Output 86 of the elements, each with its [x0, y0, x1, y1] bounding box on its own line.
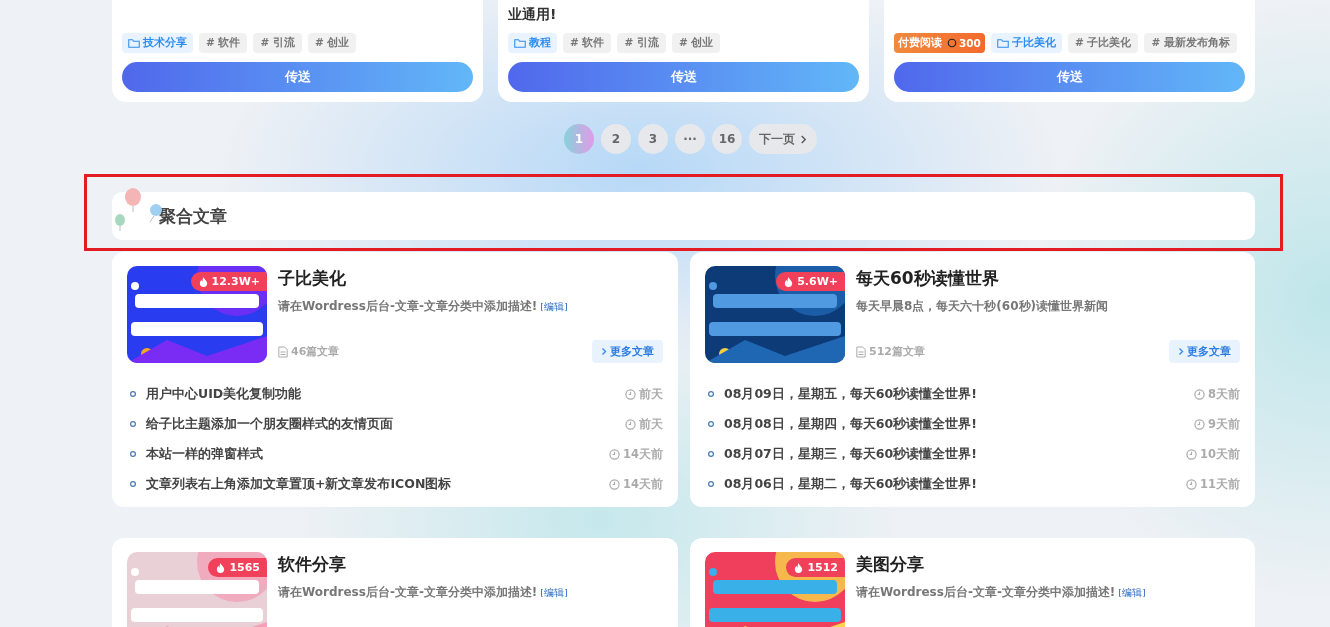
views-badge: 1565	[208, 558, 267, 577]
clock-icon	[1194, 388, 1205, 400]
bullet-icon	[129, 420, 137, 428]
tag[interactable]: # 最新发布角标	[1144, 33, 1237, 53]
page-button[interactable]: 3	[638, 124, 668, 154]
document-icon	[856, 345, 866, 358]
page-button[interactable]: 2	[601, 124, 631, 154]
post-time: 10天前	[1200, 446, 1240, 462]
document-icon	[278, 345, 288, 358]
post-link[interactable]: 08月07日，星期三，每天60秒读懂全世界!	[724, 445, 1186, 463]
clock-icon	[609, 448, 620, 460]
post-link[interactable]: 08月08日，星期四，每天60秒读懂全世界!	[724, 415, 1194, 433]
views-badge: 5.6W+	[776, 272, 845, 291]
clock-icon	[625, 418, 636, 430]
clock-icon	[625, 388, 636, 400]
category-title[interactable]: 每天60秒读懂世界	[856, 267, 1240, 290]
chevron-right-icon	[800, 133, 807, 145]
flame-icon	[197, 276, 209, 287]
category-description: 请在Wordress后台-文章-文章分类中添加描述!	[278, 584, 538, 601]
bullet-icon	[707, 420, 715, 428]
flame-icon	[783, 276, 795, 287]
folder-icon	[996, 37, 1009, 49]
tag[interactable]: # 创业	[671, 33, 721, 53]
folder-icon	[128, 37, 140, 49]
post-time: 14天前	[623, 446, 663, 462]
bullet-icon	[129, 390, 137, 398]
clock-icon	[609, 478, 620, 490]
clock-icon	[1186, 448, 1197, 460]
page-button[interactable]: ···	[675, 124, 705, 154]
folder-icon	[514, 37, 526, 49]
category-tag[interactable]: 教程	[508, 33, 557, 53]
edit-link[interactable]: [编辑]	[540, 301, 568, 314]
post-time: 前天	[639, 416, 663, 432]
post-link[interactable]: 文章列表右上角添加文章置顶+新文章发布ICON图标	[146, 475, 609, 493]
post-link[interactable]: 用户中心UID美化复制功能	[146, 385, 625, 403]
post-time: 前天	[639, 386, 663, 402]
views-badge: 12.3W+	[190, 272, 267, 291]
go-button[interactable]: 传送	[508, 62, 859, 92]
edit-link[interactable]: [编辑]	[540, 587, 568, 600]
bullet-icon	[707, 480, 715, 488]
post-time: 14天前	[623, 476, 663, 492]
tag[interactable]: # 软件	[199, 33, 248, 53]
post-link[interactable]: 08月06日，星期二，每天60秒读懂全世界!	[724, 475, 1186, 493]
bullet-icon	[129, 450, 137, 458]
post-title[interactable]: 业通用!	[508, 6, 557, 24]
next-page-button[interactable]: 下一页	[749, 124, 817, 154]
clock-icon	[1194, 418, 1205, 430]
views-badge: 1512	[786, 558, 845, 577]
category-tag[interactable]: 技术分享	[122, 33, 193, 53]
post-link[interactable]: 08月09日，星期五，每天60秒读懂全世界!	[724, 385, 1194, 403]
post-time: 8天前	[1208, 386, 1240, 402]
chevron-right-icon	[601, 347, 607, 356]
clock-icon	[1186, 478, 1197, 490]
article-count: 512篇文章	[869, 344, 925, 359]
category-title[interactable]: 软件分享	[278, 553, 663, 576]
post-link[interactable]: 本站一样的弹窗样式	[146, 445, 609, 463]
category-description: 每天早晨8点，每天六十秒(60秒)读懂世界新闻	[856, 298, 1109, 315]
edit-link[interactable]: [编辑]	[1118, 587, 1146, 600]
bullet-icon	[707, 390, 715, 398]
more-articles-button[interactable]: 更多文章	[1169, 340, 1240, 363]
paid-badge: 付费阅读 300	[894, 33, 985, 53]
category-title[interactable]: 美图分享	[856, 553, 1240, 576]
post-link[interactable]: 给子比主题添加一个朋友圈样式的友情页面	[146, 415, 625, 433]
tag[interactable]: # 子比美化	[1067, 33, 1139, 53]
tag[interactable]: # 创业	[307, 33, 357, 53]
post-time: 9天前	[1208, 416, 1240, 432]
more-articles-button[interactable]: 更多文章	[592, 340, 663, 363]
tag[interactable]: # 引流	[253, 33, 302, 53]
category-title[interactable]: 子比美化	[278, 267, 663, 290]
article-count: 46篇文章	[291, 344, 340, 359]
bullet-icon	[707, 450, 715, 458]
chevron-right-icon	[1178, 347, 1184, 356]
flame-icon	[215, 562, 227, 573]
page-button[interactable]: 16	[712, 124, 742, 154]
tag[interactable]: # 软件	[563, 33, 612, 53]
go-button[interactable]: 传送	[894, 62, 1245, 92]
category-description: 请在Wordress后台-文章-文章分类中添加描述!	[278, 298, 538, 315]
go-button[interactable]: 传送	[122, 62, 473, 92]
bullet-icon	[129, 480, 137, 488]
flame-icon	[793, 562, 805, 573]
post-time: 11天前	[1200, 476, 1240, 492]
category-description: 请在Wordress后台-文章-文章分类中添加描述!	[856, 584, 1116, 601]
section-title: 聚合文章	[159, 204, 227, 228]
tag[interactable]: # 引流	[617, 33, 666, 53]
category-tag[interactable]: 子比美化	[990, 33, 1062, 53]
coin-icon	[947, 38, 957, 48]
